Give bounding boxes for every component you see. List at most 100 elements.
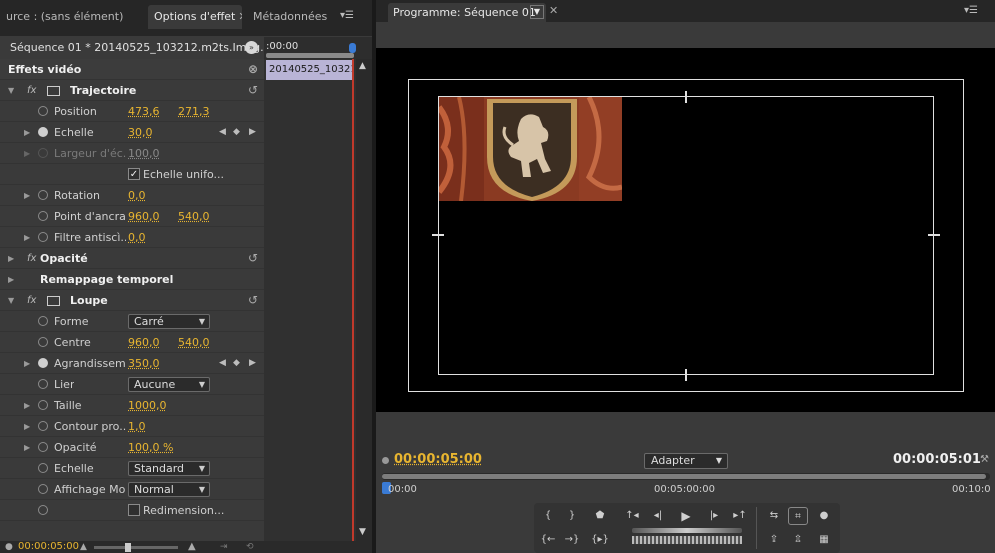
prev-keyframe-icon[interactable]: ◀ <box>219 122 226 143</box>
step-back-icon[interactable]: ◂| <box>648 507 668 525</box>
next-keyframe-icon[interactable]: ▶ <box>249 122 256 143</box>
next-keyframe-icon[interactable]: ▶ <box>249 353 256 374</box>
extract-icon[interactable]: ⇫ <box>788 531 808 549</box>
expand-timeline-icon[interactable]: » <box>245 41 258 54</box>
tab-source[interactable]: urce : (sans élément) <box>0 5 140 29</box>
reset-icon[interactable]: ↺ <box>248 290 258 311</box>
go-to-in-icon[interactable]: ↑◂ <box>622 507 642 525</box>
go-to-prev-edit-icon[interactable]: {← <box>538 531 558 549</box>
stopwatch-icon[interactable] <box>38 421 48 431</box>
zoom-slider-handle[interactable] <box>125 543 131 552</box>
feather-value[interactable]: 1,0 <box>128 416 146 437</box>
lift-icon[interactable]: ⇪ <box>764 531 784 549</box>
uniform-scale-checkbox[interactable]: ✓ <box>128 168 140 180</box>
loop-icon[interactable]: ⇆ <box>764 507 784 525</box>
go-to-next-edit-icon[interactable]: →} <box>562 531 582 549</box>
playhead-icon[interactable] <box>349 43 356 53</box>
loop-icon[interactable]: ⟲ <box>246 541 254 553</box>
motion-transform-icon[interactable] <box>47 86 60 96</box>
magnification-value[interactable]: 350,0 <box>128 353 160 374</box>
vertical-scrollbar[interactable]: ▲ ▼ <box>356 59 372 541</box>
stopwatch-icon[interactable] <box>38 190 48 200</box>
tab-effect-controls[interactable]: Options d'effet✕ <box>148 5 242 29</box>
shape-dropdown[interactable]: Carré ▼ <box>128 314 210 329</box>
shuttle-slider[interactable] <box>632 528 742 533</box>
zoom-out-icon[interactable]: ▲ <box>80 541 87 553</box>
antiflicker-value[interactable]: 0,0 <box>128 227 146 248</box>
stopwatch-icon[interactable] <box>38 505 48 515</box>
fx-toggle-icon[interactable]: fx <box>27 80 36 101</box>
sequence-clip-selector[interactable]: Séquence 01 * 20140525_103212.m2ts.Imag.… <box>0 37 271 59</box>
reset-icon[interactable]: ↺ <box>248 248 258 269</box>
stopwatch-icon[interactable] <box>38 316 48 326</box>
go-to-out-icon[interactable]: ▸↑ <box>730 507 750 525</box>
collapse-icon[interactable]: ⊗ <box>248 59 258 80</box>
scale-value[interactable]: 30,0 <box>128 122 153 143</box>
add-keyframe-icon[interactable]: ◆ <box>233 353 240 374</box>
close-icon[interactable]: ✕ <box>549 4 558 17</box>
timeline-range-bar[interactable] <box>266 53 354 58</box>
play-icon[interactable]: ▶ <box>676 507 696 525</box>
expand-triangle-icon[interactable]: ▶ <box>24 395 30 416</box>
stopwatch-icon[interactable] <box>38 442 48 452</box>
tab-program-monitor[interactable]: Programme: Séquence 01 ▼ <box>388 3 546 22</box>
safe-margins-icon[interactable]: ⌗ <box>788 507 808 525</box>
stopwatch-icon[interactable] <box>38 211 48 221</box>
expand-triangle-icon[interactable]: ▶ <box>8 269 14 290</box>
settings-wrench-icon[interactable]: ⚒ <box>980 454 989 465</box>
reset-icon[interactable]: ↺ <box>248 80 258 101</box>
expand-triangle-icon[interactable]: ▶ <box>24 416 30 437</box>
opacity-value[interactable]: 100,0 % <box>128 437 173 458</box>
footer-current-time[interactable]: 00:00:05:00 <box>18 541 79 553</box>
anchor-x-value[interactable]: 960,0 <box>128 206 160 227</box>
prev-keyframe-icon[interactable]: ◀ <box>219 353 226 374</box>
expand-triangle-icon[interactable]: ▶ <box>8 248 14 269</box>
program-monitor-viewer[interactable] <box>376 48 995 412</box>
panel-menu-icon[interactable]: ▾☰ <box>340 10 354 21</box>
scroll-up-icon[interactable]: ▲ <box>359 61 366 71</box>
add-marker-icon[interactable]: ⬟ <box>590 507 610 525</box>
keyframe-timeline[interactable] <box>264 59 356 541</box>
stopwatch-icon[interactable] <box>38 337 48 347</box>
effect-motion[interactable]: ▼ fx Trajectoire ↺ <box>0 80 264 101</box>
scroll-down-icon[interactable]: ▼ <box>359 527 366 537</box>
tab-metadata[interactable]: Métadonnées <box>247 5 332 29</box>
zoom-in-icon[interactable]: ▲ <box>188 541 196 553</box>
stopwatch-icon[interactable] <box>38 484 48 494</box>
effect-opacity[interactable]: ▶ fx Opacité ↺ <box>0 248 264 269</box>
stopwatch-icon[interactable] <box>38 400 48 410</box>
add-keyframe-icon[interactable]: ◆ <box>233 122 240 143</box>
clip-bar[interactable]: 20140525_103212.m2ts <box>266 60 352 80</box>
effect-magnify[interactable]: ▼ fx Loupe ↺ <box>0 290 264 311</box>
stopwatch-icon[interactable] <box>38 463 48 473</box>
stopwatch-icon[interactable] <box>38 127 48 137</box>
play-in-to-out-icon[interactable]: {▸} <box>590 531 610 549</box>
motion-transform-icon[interactable] <box>47 296 60 306</box>
zoom-slider[interactable] <box>94 546 178 549</box>
anchor-y-value[interactable]: 540,0 <box>178 206 210 227</box>
time-ruler[interactable]: 00:00 00:05:00:00 00:10:0 <box>382 473 991 501</box>
resize-layer-checkbox[interactable] <box>128 504 140 516</box>
fx-toggle-icon[interactable]: fx <box>27 248 36 269</box>
output-icon[interactable]: ● <box>814 507 834 525</box>
link-dropdown[interactable]: Aucune ▼ <box>128 377 210 392</box>
expand-triangle-icon[interactable]: ▶ <box>24 227 30 248</box>
expand-triangle-icon[interactable]: ▶ <box>24 437 30 458</box>
playhead-timecode[interactable]: 00:00:05:00 <box>394 452 482 467</box>
effect-time-remap[interactable]: ▶ Remappage temporel <box>0 269 264 290</box>
zoom-scroll-bar[interactable] <box>382 473 990 480</box>
blend-mode-dropdown[interactable]: Normal ▼ <box>128 482 210 497</box>
export-frame-icon[interactable]: ▦ <box>814 531 834 549</box>
mark-in-icon[interactable]: { <box>538 507 558 525</box>
step-forward-icon[interactable]: |▸ <box>704 507 724 525</box>
mark-out-icon[interactable]: } <box>562 507 582 525</box>
zoom-scroll-fill[interactable] <box>382 474 986 479</box>
expand-triangle-icon[interactable]: ▼ <box>8 290 14 311</box>
export-icon[interactable]: ⇥ <box>220 541 228 553</box>
size-value[interactable]: 1000,0 <box>128 395 167 416</box>
stopwatch-icon[interactable] <box>38 232 48 242</box>
position-x-value[interactable]: 473,6 <box>128 101 160 122</box>
center-x-value[interactable]: 960,0 <box>128 332 160 353</box>
rotation-value[interactable]: 0,0 <box>128 185 146 206</box>
stopwatch-icon[interactable] <box>38 358 48 368</box>
